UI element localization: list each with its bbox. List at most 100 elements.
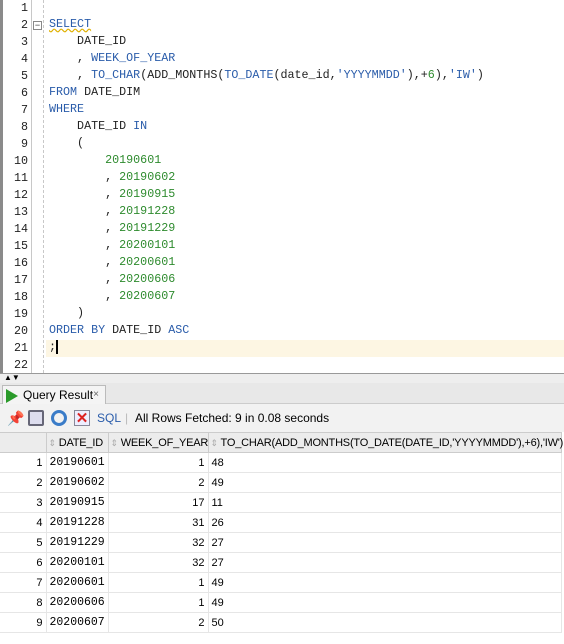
- cancel-fetch-icon[interactable]: ✕: [74, 410, 90, 427]
- code-line[interactable]: FROM DATE_DIM: [46, 85, 564, 102]
- table-row[interactable]: 2 20190602 2 49: [0, 472, 562, 493]
- week-of-year-cell[interactable]: 32: [108, 532, 209, 553]
- date-id-cell[interactable]: 20190602: [46, 472, 109, 493]
- table-row[interactable]: 7 20200601 1 49: [0, 572, 562, 593]
- iso-week-cell[interactable]: 11: [208, 492, 562, 513]
- code-line[interactable]: , 20200101: [46, 238, 564, 255]
- iso-week-cell[interactable]: 50: [208, 612, 562, 633]
- column-header[interactable]: ⇕ DATE_ID: [45, 432, 109, 453]
- table-row[interactable]: 6 20200101 32 27: [0, 552, 562, 573]
- code-line[interactable]: , TO_CHAR(ADD_MONTHS(TO_DATE(date_id,'YY…: [46, 68, 564, 85]
- week-of-year-cell[interactable]: 2: [108, 612, 209, 633]
- table-row[interactable]: 1 20190601 1 48: [0, 452, 562, 473]
- tab-query-result[interactable]: Query Result ×: [2, 385, 106, 405]
- sort-icon[interactable]: ⇕: [49, 438, 57, 448]
- code-token: 20190601: [105, 153, 162, 167]
- row-number: 5: [0, 532, 47, 553]
- table-row[interactable]: 8 20200606 1 49: [0, 592, 562, 613]
- code-line[interactable]: DATE_ID: [46, 34, 564, 51]
- table-row[interactable]: 5 20191229 32 27: [0, 532, 562, 553]
- code-token: ORDER BY: [49, 323, 106, 337]
- expand-down-icon[interactable]: ▼: [12, 373, 20, 382]
- code-line[interactable]: [46, 357, 564, 374]
- column-header[interactable]: ⇕ WEEK_OF_YEAR: [107, 432, 209, 453]
- refresh-icon[interactable]: [51, 410, 67, 426]
- iso-week-cell[interactable]: 49: [208, 592, 562, 613]
- close-tab-icon[interactable]: ×: [93, 386, 99, 404]
- code-line[interactable]: DATE_ID IN: [46, 119, 564, 136]
- sql-editor[interactable]: 1 2 3 4 5 6 7 8 9 10 11 12 13 14 15 16 17 18 19 20 21 22 − SE…: [0, 0, 564, 373]
- iso-week-cell[interactable]: 49: [208, 572, 562, 593]
- table-row[interactable]: 3 20190915 17 11: [0, 492, 562, 513]
- column-label: WEEK_OF_YEAR: [120, 436, 209, 449]
- code-line[interactable]: SELECT: [46, 17, 564, 34]
- iso-week-cell[interactable]: 26: [208, 512, 562, 533]
- code-area[interactable]: SELECT DATE_ID , WEEK_OF_YEAR , TO_CHAR(…: [3, 0, 564, 373]
- table-row[interactable]: 4 20191228 31 26: [0, 512, 562, 533]
- print-icon[interactable]: [28, 410, 44, 426]
- code-line[interactable]: 20190601: [46, 153, 564, 170]
- splitter[interactable]: ▲▼: [0, 373, 564, 383]
- date-id-cell[interactable]: 20200601: [46, 572, 109, 593]
- code-token: ,: [49, 238, 120, 252]
- code-line[interactable]: , 20200601: [46, 255, 564, 272]
- code-token: ,: [49, 272, 120, 286]
- week-of-year-cell[interactable]: 31: [108, 512, 209, 533]
- code-line[interactable]: , 20200606: [46, 272, 564, 289]
- code-token: ,: [49, 51, 92, 65]
- code-line[interactable]: ;: [46, 340, 564, 357]
- sql-button[interactable]: SQL: [97, 404, 121, 432]
- iso-week-cell[interactable]: 49: [208, 472, 562, 493]
- results-grid[interactable]: ⇕ DATE_ID ⇕ WEEK_OF_YEAR ⇕ TO_CHAR(ADD_MON…: [0, 432, 564, 633]
- date-id-cell[interactable]: 20200101: [46, 552, 109, 573]
- column-label: DATE_ID: [58, 436, 103, 449]
- code-line[interactable]: , 20191228: [46, 204, 564, 221]
- week-of-year-cell[interactable]: 17: [108, 492, 209, 513]
- date-id-cell[interactable]: 20191228: [46, 512, 109, 533]
- code-line[interactable]: , 20191229: [46, 221, 564, 238]
- row-number: 9: [0, 612, 47, 633]
- code-token: ),+: [406, 68, 428, 82]
- code-line[interactable]: ORDER BY DATE_ID ASC: [46, 323, 564, 340]
- row-number: 7: [0, 572, 47, 593]
- row-number: 6: [0, 552, 47, 573]
- sort-icon[interactable]: ⇕: [211, 438, 219, 448]
- results-toolbar: 📌 ✕ SQL | All Rows Fetched: 9 in 0.08 se…: [0, 404, 564, 432]
- code-token: 20200607: [119, 289, 176, 303]
- row-number: 3: [0, 492, 47, 513]
- code-line[interactable]: ): [46, 306, 564, 323]
- pin-icon[interactable]: 📌: [7, 410, 24, 426]
- table-row[interactable]: 9 20200607 2 50: [0, 612, 562, 633]
- date-id-cell[interactable]: 20200606: [46, 592, 109, 613]
- week-of-year-cell[interactable]: 2: [108, 472, 209, 493]
- code-line[interactable]: (: [46, 136, 564, 153]
- iso-week-cell[interactable]: 27: [208, 552, 562, 573]
- date-id-cell[interactable]: 20190601: [46, 452, 109, 473]
- code-token: DATE_ID: [105, 323, 169, 337]
- date-id-cell[interactable]: 20200607: [46, 612, 109, 633]
- code-line[interactable]: , 20200607: [46, 289, 564, 306]
- code-line[interactable]: , 20190915: [46, 187, 564, 204]
- code-line[interactable]: , 20190602: [46, 170, 564, 187]
- iso-week-cell[interactable]: 48: [208, 452, 562, 473]
- expand-up-icon[interactable]: ▲: [4, 373, 12, 382]
- iso-week-cell[interactable]: 27: [208, 532, 562, 553]
- week-of-year-cell[interactable]: 32: [108, 552, 209, 573]
- code-line[interactable]: [46, 0, 564, 17]
- code-token: ,: [49, 68, 92, 82]
- week-of-year-cell[interactable]: 1: [108, 592, 209, 613]
- week-of-year-cell[interactable]: 1: [108, 452, 209, 473]
- week-of-year-cell[interactable]: 1: [108, 572, 209, 593]
- column-header[interactable]: ⇕ TO_CHAR(ADD_MONTHS(TO_DATE(DATE_ID,'YY…: [207, 432, 563, 453]
- code-token: ,: [49, 187, 120, 201]
- date-id-cell[interactable]: 20190915: [46, 492, 109, 513]
- code-token: ,: [49, 170, 120, 184]
- code-token: ;: [49, 340, 57, 355]
- sort-icon[interactable]: ⇕: [111, 438, 119, 448]
- code-line[interactable]: WHERE: [46, 102, 564, 119]
- code-line[interactable]: , WEEK_OF_YEAR: [46, 51, 564, 68]
- code-token: 20191229: [119, 221, 176, 235]
- date-id-cell[interactable]: 20191229: [46, 532, 109, 553]
- code-token: ,: [49, 289, 120, 303]
